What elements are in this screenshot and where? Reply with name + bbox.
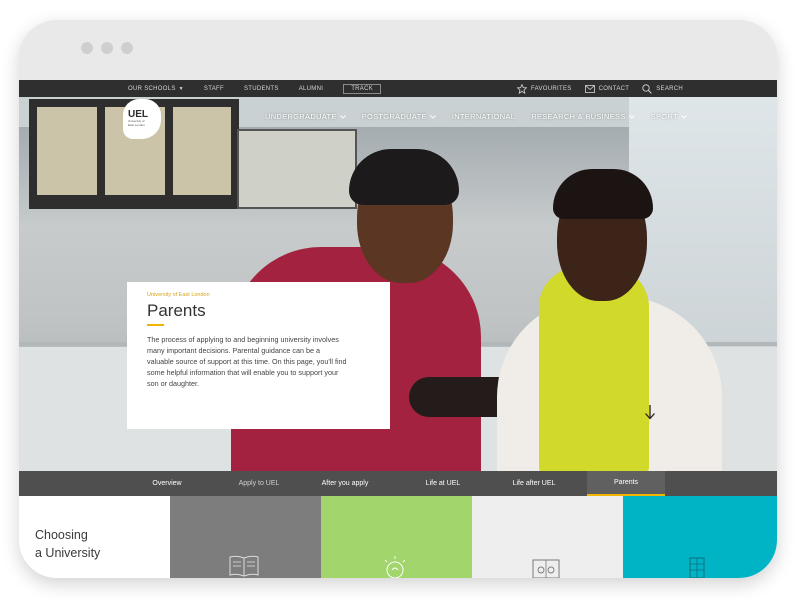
tab-parents[interactable]: Parents xyxy=(587,471,665,496)
nav-international[interactable]: INTERNATIONAL xyxy=(452,112,515,121)
chevron-down-icon xyxy=(339,114,346,119)
hero-window-pane xyxy=(173,107,231,195)
staff-link[interactable]: STAFF xyxy=(204,86,224,92)
window-dots xyxy=(81,42,133,54)
intro-card: University of East London Parents The pr… xyxy=(127,282,390,429)
section-tabs: Overview Apply to UEL After you apply Li… xyxy=(19,471,777,496)
uel-logo[interactable]: UEL University of East London xyxy=(123,99,161,139)
tile-choosing-university[interactable]: Choosing a University xyxy=(19,496,170,578)
logo-subtext: East London xyxy=(128,123,145,127)
tile-heading: a University xyxy=(35,546,101,560)
search-link[interactable]: SEARCH xyxy=(642,83,684,94)
utility-bar: OUR SCHOOLS ▼ STAFF STUDENTS ALUMNI TRAC… xyxy=(19,80,777,97)
tab-after-you-apply[interactable]: After you apply xyxy=(306,471,384,496)
our-schools-label: OUR SCHOOLS xyxy=(128,85,176,92)
intro-eyebrow: University of East London xyxy=(147,292,210,298)
hero-window xyxy=(237,129,357,209)
browser-frame: OUR SCHOOLS ▼ STAFF STUDENTS ALUMNI TRAC… xyxy=(19,20,777,578)
tile-green[interactable] xyxy=(321,496,472,578)
utility-actions: FAVOURITES CONTACT SEARCH xyxy=(517,80,683,97)
book-icon xyxy=(229,555,259,577)
intro-body: The process of applying to and beginning… xyxy=(147,335,347,388)
arrow-down-icon xyxy=(645,405,655,420)
nav-label: RESEARCH & BUSINESS xyxy=(531,112,626,121)
lightbulb-icon xyxy=(384,556,406,578)
hero-person-left-hat xyxy=(349,149,459,205)
contact-link[interactable]: CONTACT xyxy=(584,84,630,93)
utility-links: OUR SCHOOLS ▼ STAFF STUDENTS ALUMNI TRAC… xyxy=(128,80,382,97)
tile-teal[interactable] xyxy=(623,496,777,578)
nav-label: UNDERGRADUATE xyxy=(265,112,337,121)
window-dot xyxy=(81,42,93,54)
our-schools-link[interactable]: OUR SCHOOLS ▼ xyxy=(128,86,184,92)
alumni-link[interactable]: ALUMNI xyxy=(299,86,323,92)
nav-undergraduate[interactable]: UNDERGRADUATE xyxy=(265,112,346,121)
tile-grey[interactable] xyxy=(170,496,321,578)
hero-person-right-hair xyxy=(553,169,653,219)
board-icon xyxy=(532,559,560,578)
contact-label: CONTACT xyxy=(598,85,630,92)
star-icon xyxy=(517,83,527,94)
tab-life-at-uel[interactable]: Life at UEL xyxy=(404,471,482,496)
tab-overview[interactable]: Overview xyxy=(128,471,206,496)
chevron-down-icon xyxy=(628,114,635,119)
nav-sport[interactable]: SPORT xyxy=(651,112,687,121)
favourites-link[interactable]: FAVOURITES xyxy=(517,83,572,94)
nav-postgraduate[interactable]: POSTGRADUATE xyxy=(362,112,436,121)
chevron-down-icon xyxy=(681,114,687,119)
scroll-down-button[interactable] xyxy=(639,401,661,423)
building-icon xyxy=(689,557,705,578)
nav-label: INTERNATIONAL xyxy=(451,112,516,121)
favourites-label: FAVOURITES xyxy=(531,85,572,92)
envelope-icon xyxy=(584,84,595,93)
tab-life-after-uel[interactable]: Life after UEL xyxy=(495,471,573,496)
search-label: SEARCH xyxy=(656,85,684,92)
title-underline xyxy=(147,324,164,326)
search-icon xyxy=(642,83,652,94)
students-link[interactable]: STUDENTS xyxy=(244,86,279,92)
page-viewport: OUR SCHOOLS ▼ STAFF STUDENTS ALUMNI TRAC… xyxy=(19,80,777,578)
tab-apply[interactable]: Apply to UEL xyxy=(220,471,298,496)
tile-light[interactable] xyxy=(472,496,623,578)
chevron-down-icon: ▼ xyxy=(178,85,184,92)
main-nav: UNDERGRADUATE POSTGRADUATE INTERNATIONAL… xyxy=(265,112,687,121)
window-dot xyxy=(121,42,133,54)
hero-window-pane xyxy=(37,107,97,195)
feature-tiles: Choosing a University xyxy=(19,496,777,578)
nav-research-business[interactable]: RESEARCH & BUSINESS xyxy=(531,112,635,121)
chevron-down-icon xyxy=(430,114,436,119)
window-dot xyxy=(101,42,113,54)
nav-label: POSTGRADUATE xyxy=(361,112,427,121)
tile-heading: Choosing xyxy=(35,528,88,542)
hero-banner: UEL University of East London UNDERGRADU… xyxy=(19,97,777,471)
page-title: Parents xyxy=(147,301,206,320)
track-button[interactable]: TRACK xyxy=(343,83,382,94)
nav-label: SPORT xyxy=(650,112,678,121)
